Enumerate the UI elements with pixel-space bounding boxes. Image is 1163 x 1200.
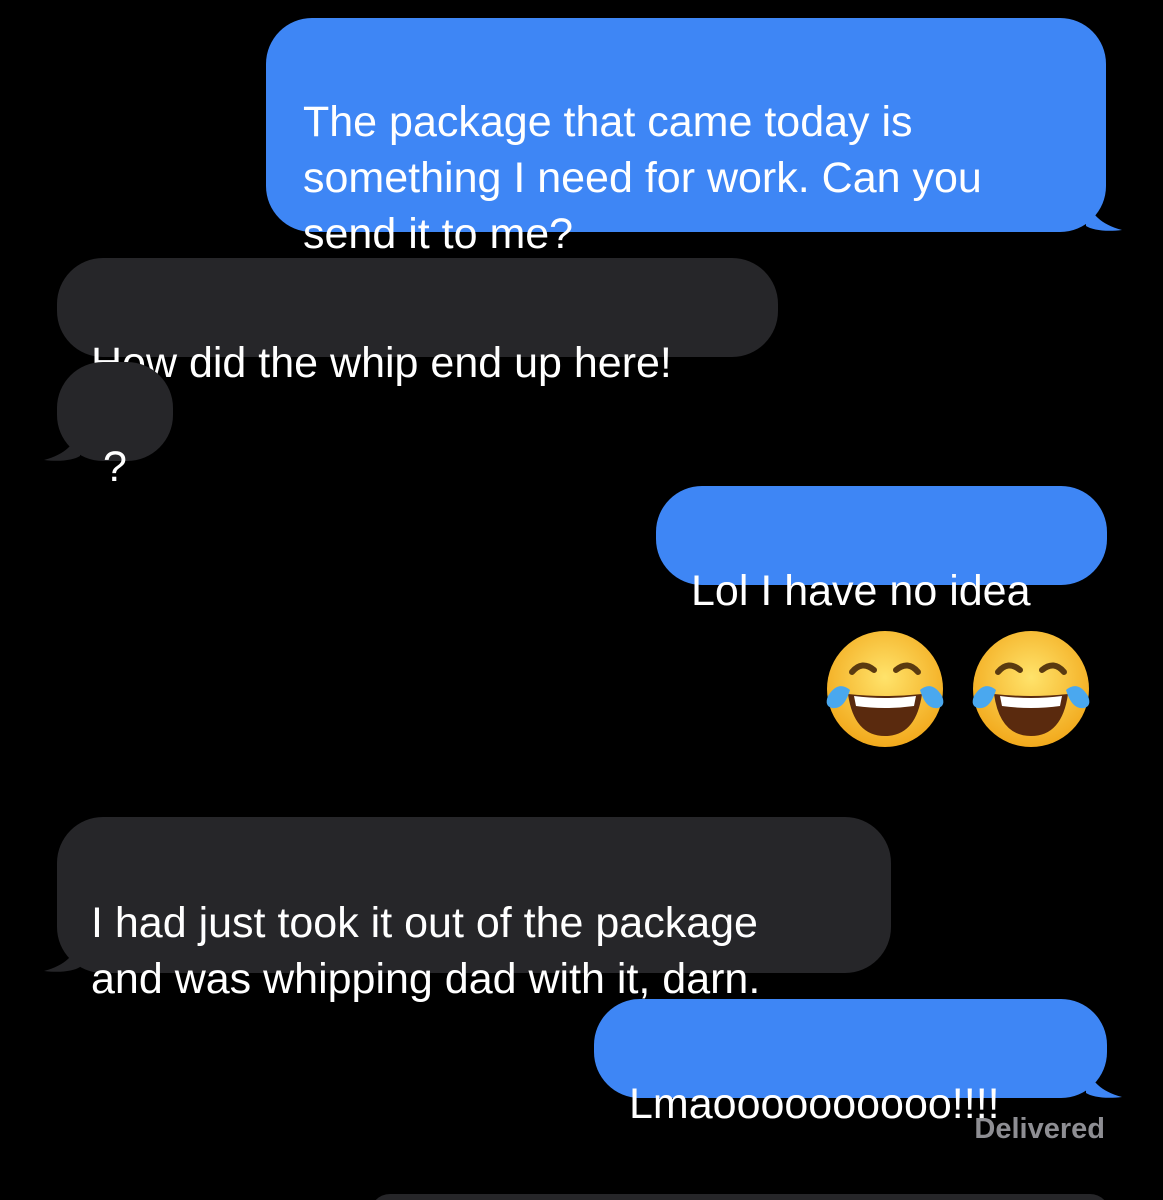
message-text: How did the whip end up here! xyxy=(91,339,672,387)
message-text: The package that came today is something… xyxy=(303,98,982,258)
incoming-message-bubble[interactable]: I had just took it out of the package an… xyxy=(57,817,891,1003)
partial-message-bubble[interactable] xyxy=(370,1194,1110,1200)
message-text: ? xyxy=(103,443,127,491)
delivered-status: Delivered xyxy=(974,1113,1105,1145)
outgoing-bubble-tail xyxy=(1086,200,1126,232)
outgoing-message-bubble[interactable]: Lmaoooooooooo!!!! xyxy=(594,999,1107,1128)
incoming-message-bubble[interactable]: How did the whip end up here! xyxy=(57,258,778,387)
message-text: Lmaoooooooooo!!!! xyxy=(629,1080,1000,1128)
incoming-bubble-tail xyxy=(40,941,80,973)
emoji-message[interactable] xyxy=(820,624,1110,754)
incoming-bubble-tail xyxy=(40,430,80,462)
face-with-tears-of-joy-icon xyxy=(972,631,1090,747)
outgoing-bubble-tail xyxy=(1086,1067,1126,1099)
message-text: I had just took it out of the package an… xyxy=(91,899,761,1003)
message-text: Lol I have no idea xyxy=(691,567,1031,615)
outgoing-message-bubble[interactable]: Lol I have no idea xyxy=(656,486,1107,615)
face-with-tears-of-joy-icon xyxy=(826,631,944,747)
outgoing-message-bubble[interactable]: The package that came today is something… xyxy=(266,18,1106,258)
